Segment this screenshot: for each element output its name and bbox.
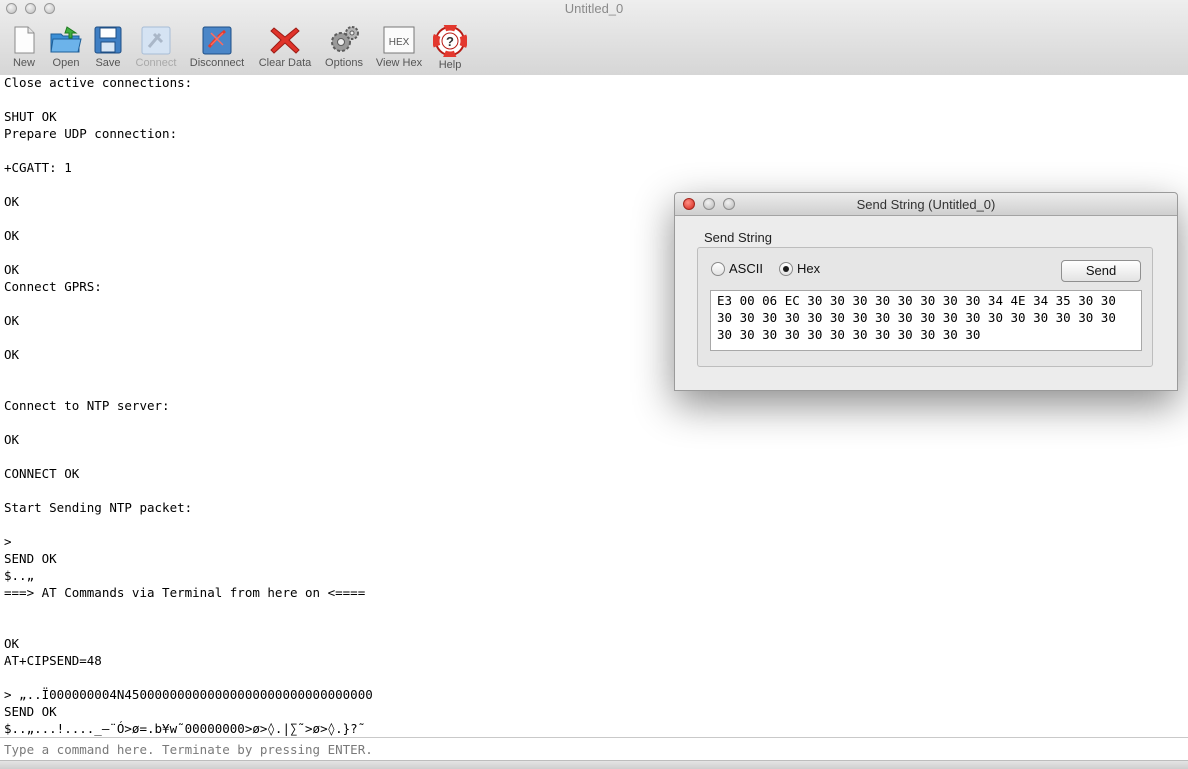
save-button[interactable]: Save — [90, 25, 126, 69]
open-button[interactable]: Open — [48, 25, 84, 69]
terminal-line: +CGATT: 1 — [4, 160, 72, 175]
dialog-title: Send String (Untitled_0) — [856, 197, 996, 212]
send-button[interactable]: Send — [1061, 260, 1141, 282]
terminal-line: ===> AT Commands via Terminal from here … — [4, 585, 366, 600]
disconnect-plug-icon — [202, 26, 232, 55]
terminal-line: Prepare UDP connection: — [4, 126, 178, 141]
hex-icon-text: HEX — [389, 37, 410, 48]
hex-icon: HEX — [383, 26, 415, 54]
terminal-line: SHUT OK — [4, 109, 57, 124]
connect-button[interactable]: Connect — [132, 25, 180, 69]
command-input[interactable] — [0, 738, 1188, 760]
options-button[interactable]: Options — [320, 25, 368, 69]
view-hex-button[interactable]: HEX View Hex — [372, 25, 426, 69]
main-window-titlebar-toolbar: Untitled_0 New Open Save Connect Disconn… — [0, 0, 1188, 76]
terminal-line: $..„ — [4, 568, 35, 583]
terminal-line: OK — [4, 636, 20, 651]
new-document-icon — [14, 26, 35, 54]
terminal-line: OK — [4, 194, 20, 209]
hex-radio[interactable]: Hex — [779, 261, 820, 276]
connect-plug-icon — [141, 26, 171, 55]
window-title: Untitled_0 — [564, 1, 624, 16]
terminal-line: Connect GPRS: — [4, 279, 102, 294]
terminal-line: > „..Ï000000004N450000000000000000000000… — [4, 687, 373, 702]
gears-icon — [331, 26, 359, 52]
send-string-group-label: Send String — [704, 230, 772, 245]
terminal-line: SEND OK — [4, 551, 57, 566]
hex-radio-label: Hex — [797, 261, 821, 276]
terminal-line: OK — [4, 228, 20, 243]
terminal-line: OK — [4, 347, 20, 362]
terminal-line: AT+CIPSEND=48 — [4, 653, 102, 668]
terminal-line: CONNECT OK — [4, 466, 80, 481]
new-button[interactable]: New — [6, 25, 42, 69]
floppy-disk-icon — [94, 26, 122, 54]
terminal-line: OK — [4, 262, 20, 277]
help-button[interactable]: ? Help — [430, 25, 470, 71]
dialog-titlebar[interactable]: Send String (Untitled_0) — [675, 193, 1177, 216]
terminal-line: OK — [4, 313, 20, 328]
send-string-dialog: Send String (Untitled_0) Send String ASC… — [674, 192, 1178, 391]
red-x-icon — [270, 27, 300, 54]
hex-radio-circle[interactable] — [779, 261, 793, 276]
terminal-line: $..„...!...._–¨Ó>ø=.b¥w˜00000000>ø>◊.|∑˜… — [4, 721, 366, 736]
lifebuoy-help-icon: ? — [433, 25, 467, 57]
ascii-radio-circle[interactable] — [711, 261, 725, 276]
terminal-line: Start Sending NTP packet: — [4, 500, 193, 515]
open-folder-icon — [50, 26, 82, 53]
hex-input-area[interactable]: E3 00 06 EC 30 30 30 30 30 30 30 30 34 4… — [710, 290, 1142, 351]
terminal-output[interactable]: Close active connections: SHUT OK Prepare … — [0, 75, 1188, 737]
ascii-radio-label: ASCII — [729, 261, 763, 276]
terminal-line: OK — [4, 432, 20, 447]
terminal-line: > — [4, 534, 12, 549]
terminal-line: SEND OK — [4, 704, 57, 719]
terminal-line: Close active connections: — [4, 75, 193, 90]
disconnect-button[interactable]: Disconnect — [186, 25, 248, 69]
ascii-radio[interactable]: ASCII — [711, 261, 763, 276]
svg-text:?: ? — [446, 34, 454, 49]
clear-data-button[interactable]: Clear Data — [254, 25, 316, 69]
terminal-line: Connect to NTP server: — [4, 398, 170, 413]
